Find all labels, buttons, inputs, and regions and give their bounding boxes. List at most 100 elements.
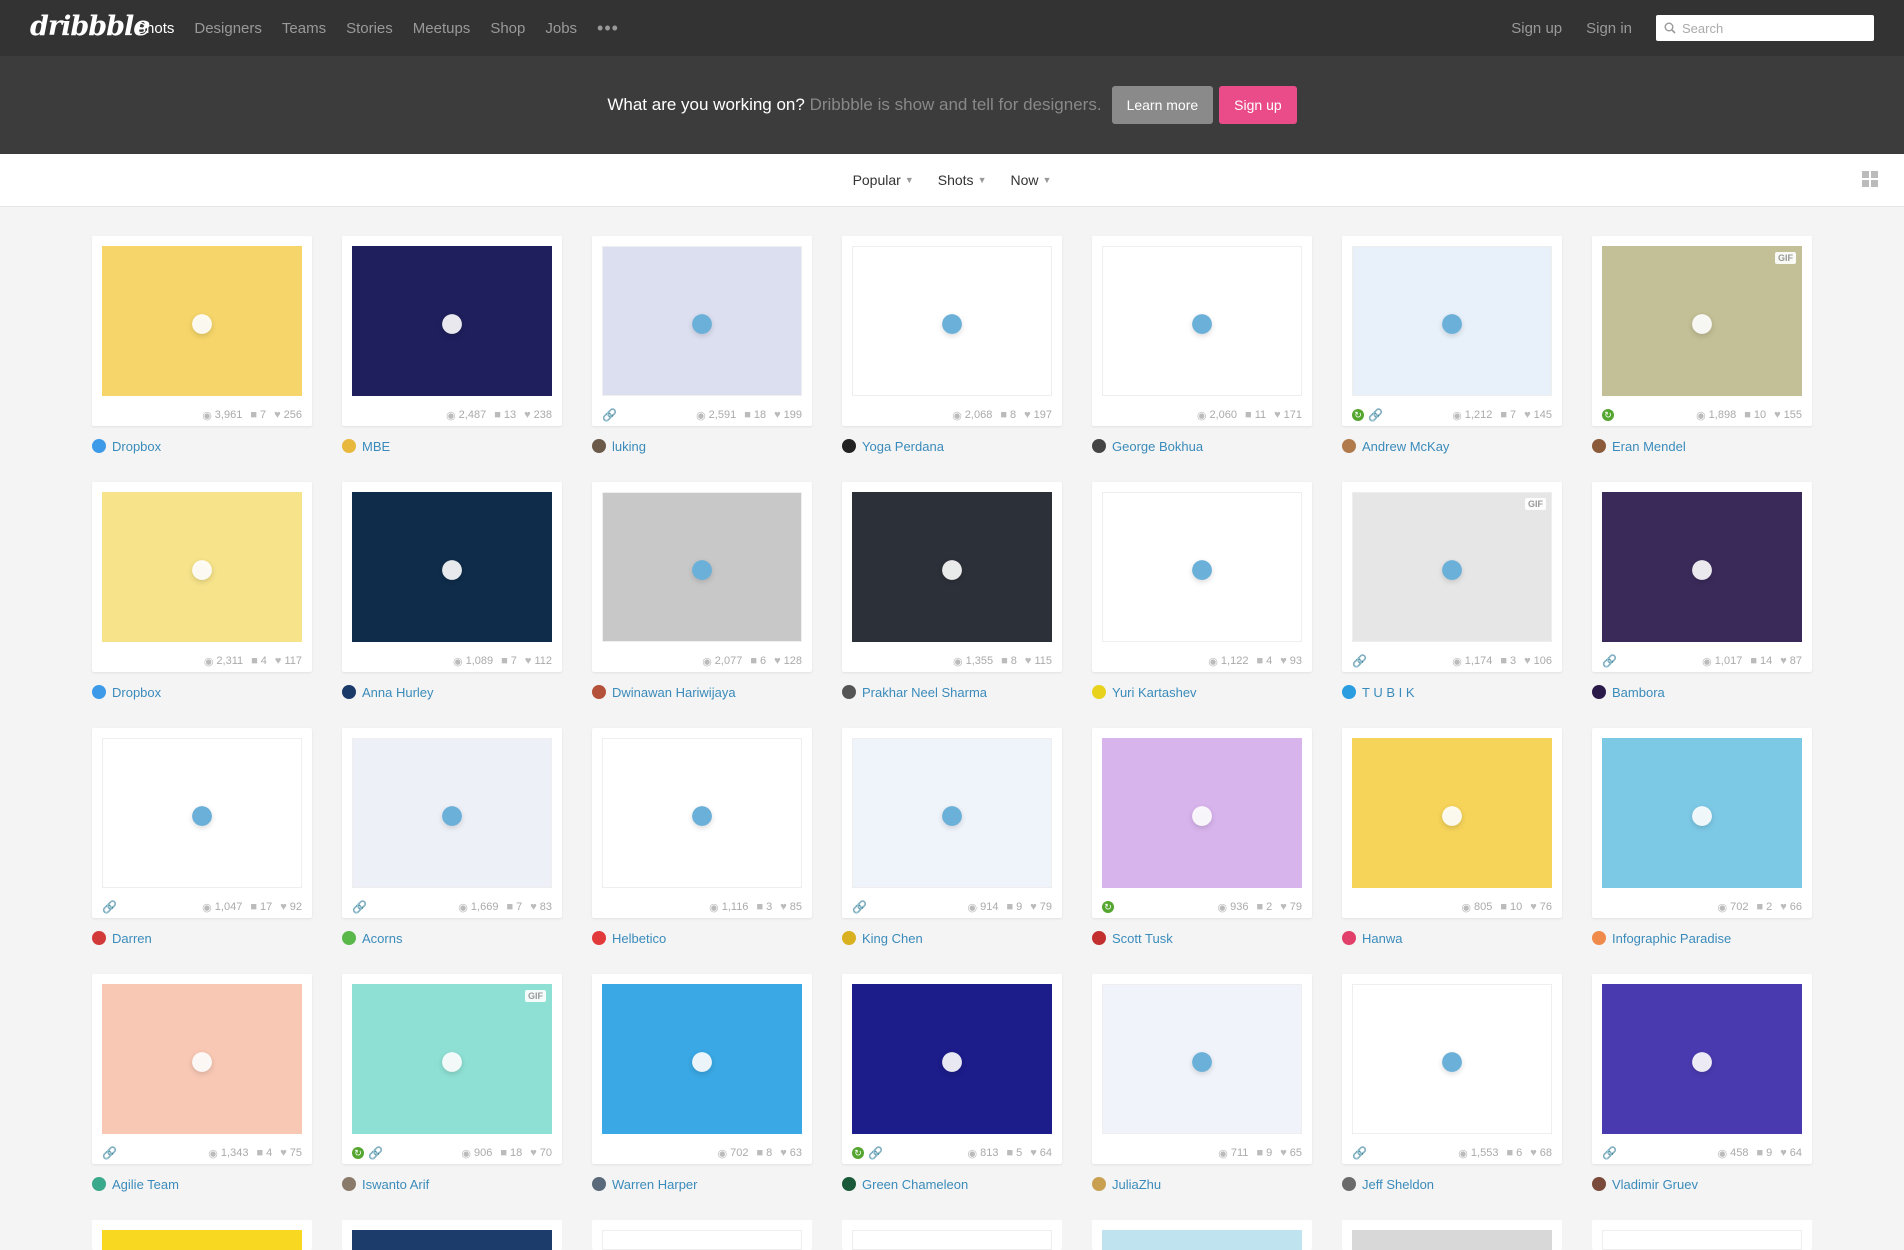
- shot-author[interactable]: Vladimir Gruev: [1592, 1176, 1812, 1192]
- shot-thumbnail[interactable]: ●: [602, 738, 802, 888]
- shot-thumbnail[interactable]: ●: [1352, 246, 1552, 396]
- shot-author[interactable]: Yuri Kartashev: [1092, 684, 1312, 700]
- comments-stat[interactable]: ■ 3: [1500, 655, 1516, 667]
- likes-stat[interactable]: ♥ 256: [274, 409, 302, 421]
- author-name[interactable]: King Chen: [862, 931, 923, 946]
- likes-stat[interactable]: ♥ 76: [1530, 901, 1552, 913]
- likes-stat[interactable]: ♥ 83: [530, 901, 552, 913]
- likes-stat[interactable]: ♥ 63: [780, 1147, 802, 1159]
- shot-card[interactable]: ● ◉ 1,122 ■ 4 ♥ 93: [1092, 482, 1312, 672]
- comments-stat[interactable]: ■ 6: [1506, 1147, 1522, 1159]
- shot-author[interactable]: Agilie Team: [92, 1176, 312, 1192]
- grid-view-icon[interactable]: [1862, 171, 1878, 187]
- comments-stat[interactable]: ■ 2: [1756, 901, 1772, 913]
- avatar[interactable]: [1092, 439, 1106, 453]
- signup-link[interactable]: Sign up: [1511, 20, 1562, 37]
- nav-meetups[interactable]: Meetups: [413, 20, 471, 37]
- comments-stat[interactable]: ■ 4: [1256, 655, 1272, 667]
- likes-stat[interactable]: ♥ 197: [1024, 409, 1052, 421]
- shot-thumbnail[interactable]: ●: [852, 246, 1052, 396]
- author-name[interactable]: Infographic Paradise: [1612, 931, 1731, 946]
- comments-stat[interactable]: ■ 8: [1001, 655, 1017, 667]
- shot-card[interactable]: ● 🔗 ◉ 914 ■ 9 ♥ 79: [842, 728, 1062, 918]
- likes-stat[interactable]: ♥ 87: [1780, 655, 1802, 667]
- rebound-icon[interactable]: ↻: [1602, 409, 1614, 421]
- shot-card[interactable]: ● GIF ↻ ◉ 1,898 ■ 10 ♥ 155: [1592, 236, 1812, 426]
- shot-card[interactable]: ● ◉ 2,068 ■ 8 ♥ 197: [842, 236, 1062, 426]
- nav-designers[interactable]: Designers: [194, 20, 262, 37]
- shot-thumbnail[interactable]: ● GIF: [1602, 246, 1802, 396]
- comments-stat[interactable]: ■ 11: [1245, 409, 1266, 421]
- avatar[interactable]: [1342, 685, 1356, 699]
- shot-author[interactable]: luking: [592, 438, 812, 454]
- shot-author[interactable]: Dwinawan Hariwijaya: [592, 684, 812, 700]
- avatar[interactable]: [92, 439, 106, 453]
- shot-thumbnail[interactable]: [602, 1230, 802, 1250]
- shot-card[interactable]: ● ◉ 1,355 ■ 8 ♥ 115: [842, 482, 1062, 672]
- shot-thumbnail[interactable]: ●: [1602, 492, 1802, 642]
- shot-thumbnail[interactable]: ●: [602, 984, 802, 1134]
- rebound-icon[interactable]: ↻: [852, 1147, 864, 1159]
- avatar[interactable]: [842, 1177, 856, 1191]
- author-name[interactable]: Yoga Perdana: [862, 439, 944, 454]
- rebound-icon[interactable]: ↻: [352, 1147, 364, 1159]
- shot-author[interactable]: King Chen: [842, 930, 1062, 946]
- avatar[interactable]: [592, 1177, 606, 1191]
- shot-card[interactable]: ● ◉ 2,060 ■ 11 ♥ 171: [1092, 236, 1312, 426]
- author-name[interactable]: Dropbox: [112, 439, 161, 454]
- shot-card-partial[interactable]: [92, 1220, 312, 1250]
- shot-card[interactable]: ● ◉ 2,077 ■ 6 ♥ 128: [592, 482, 812, 672]
- avatar[interactable]: [842, 931, 856, 945]
- avatar[interactable]: [342, 685, 356, 699]
- avatar[interactable]: [1092, 1177, 1106, 1191]
- likes-stat[interactable]: ♥ 79: [1280, 901, 1302, 913]
- shot-author[interactable]: Darren: [92, 930, 312, 946]
- likes-stat[interactable]: ♥ 79: [1030, 901, 1052, 913]
- shot-thumbnail[interactable]: ●: [602, 492, 802, 642]
- attachment-icon[interactable]: 🔗: [1352, 1146, 1367, 1160]
- avatar[interactable]: [1342, 1177, 1356, 1191]
- likes-stat[interactable]: ♥ 64: [1030, 1147, 1052, 1159]
- shot-thumbnail[interactable]: ●: [352, 738, 552, 888]
- comments-stat[interactable]: ■ 4: [251, 655, 267, 667]
- shot-thumbnail[interactable]: [1602, 1230, 1802, 1250]
- shot-author[interactable]: Iswanto Arif: [342, 1176, 562, 1192]
- comments-stat[interactable]: ■ 8: [1000, 409, 1016, 421]
- likes-stat[interactable]: ♥ 238: [524, 409, 552, 421]
- shot-thumbnail[interactable]: ●: [1352, 984, 1552, 1134]
- avatar[interactable]: [1592, 931, 1606, 945]
- shot-thumbnail[interactable]: ●: [102, 984, 302, 1134]
- attachment-icon[interactable]: 🔗: [352, 900, 367, 914]
- author-name[interactable]: Prakhar Neel Sharma: [862, 685, 987, 700]
- shot-thumbnail[interactable]: [1102, 1230, 1302, 1250]
- comments-stat[interactable]: ■ 9: [1756, 1147, 1772, 1159]
- shot-thumbnail[interactable]: ●: [1102, 246, 1302, 396]
- likes-stat[interactable]: ♥ 117: [275, 655, 302, 667]
- avatar[interactable]: [92, 1177, 106, 1191]
- shot-card[interactable]: ● ◉ 711 ■ 9 ♥ 65: [1092, 974, 1312, 1164]
- author-name[interactable]: Eran Mendel: [1612, 439, 1686, 454]
- shot-card[interactable]: ● ↻ ◉ 936 ■ 2 ♥ 79: [1092, 728, 1312, 918]
- banner-signup-button[interactable]: Sign up: [1219, 86, 1297, 124]
- comments-stat[interactable]: ■ 14: [1750, 655, 1772, 667]
- shot-card-partial[interactable]: [1092, 1220, 1312, 1250]
- attachment-icon[interactable]: 🔗: [1368, 408, 1383, 422]
- shot-thumbnail[interactable]: ●: [852, 492, 1052, 642]
- shot-author[interactable]: Infographic Paradise: [1592, 930, 1812, 946]
- avatar[interactable]: [1092, 685, 1106, 699]
- search-input[interactable]: [1680, 19, 1864, 37]
- shot-card[interactable]: ● 🔗 ◉ 1,553 ■ 6 ♥ 68: [1342, 974, 1562, 1164]
- avatar[interactable]: [1592, 1177, 1606, 1191]
- shot-card[interactable]: ● ◉ 3,961 ■ 7 ♥ 256: [92, 236, 312, 426]
- likes-stat[interactable]: ♥ 65: [1280, 1147, 1302, 1159]
- more-menu-icon[interactable]: •••: [597, 18, 619, 39]
- author-name[interactable]: Agilie Team: [112, 1177, 179, 1192]
- shot-author[interactable]: Scott Tusk: [1092, 930, 1312, 946]
- author-name[interactable]: George Bokhua: [1112, 439, 1203, 454]
- shot-author[interactable]: Dropbox: [92, 438, 312, 454]
- rebound-icon[interactable]: ↻: [1352, 409, 1364, 421]
- comments-stat[interactable]: ■ 18: [744, 409, 766, 421]
- attachment-icon[interactable]: 🔗: [852, 900, 867, 914]
- nav-teams[interactable]: Teams: [282, 20, 326, 37]
- shot-card[interactable]: ● ◉ 702 ■ 2 ♥ 66: [1592, 728, 1812, 918]
